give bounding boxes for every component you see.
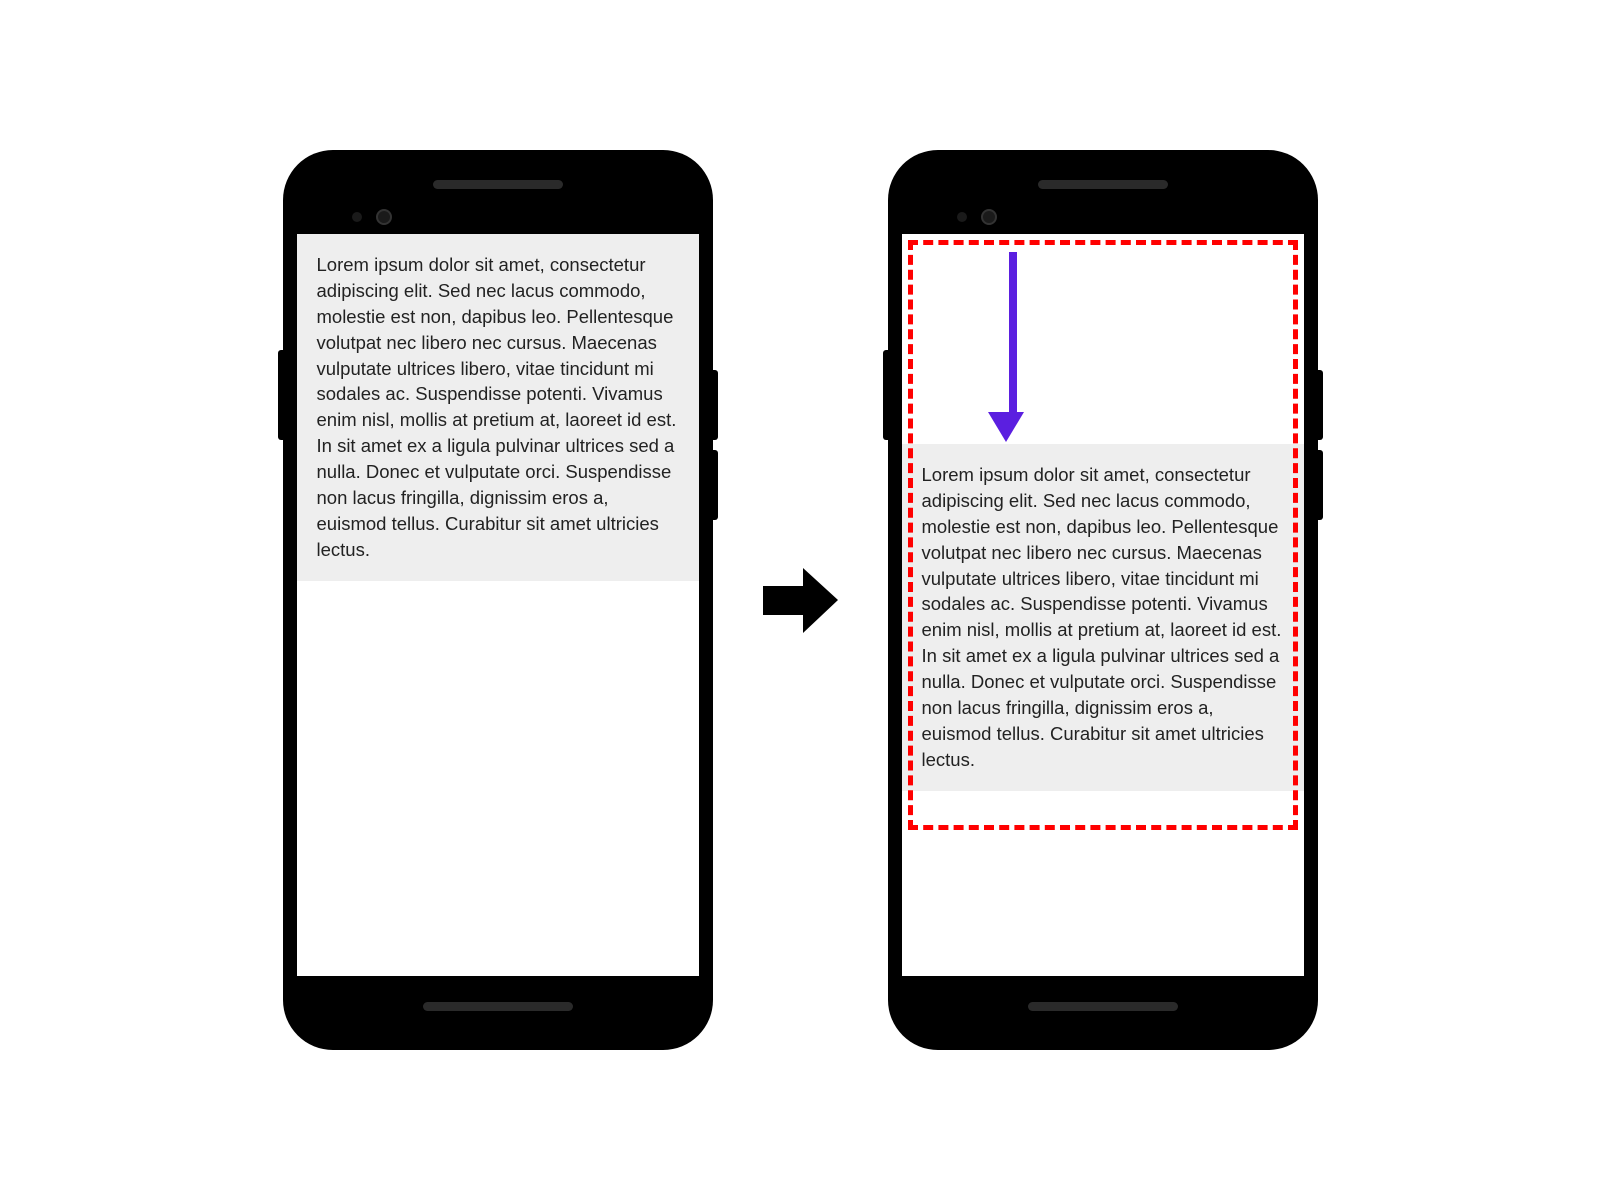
bottom-speaker — [1028, 1002, 1178, 1011]
phone-bottom-bezel — [902, 976, 1304, 1036]
volume-down-button — [713, 450, 718, 520]
phone-frame-right: Lorem ipsum dolor sit amet, consectetur … — [888, 150, 1318, 1050]
transition-arrow-icon — [763, 568, 838, 633]
scroll-down-arrow-icon — [1002, 252, 1024, 442]
sensor-group — [957, 209, 997, 225]
phone-top-bezel — [902, 164, 1304, 234]
phone-before: Lorem ipsum dolor sit amet, consectetur … — [283, 150, 713, 1050]
phone-frame-left: Lorem ipsum dolor sit amet, consectetur … — [283, 150, 713, 1050]
content-text-block-before: Lorem ipsum dolor sit amet, consectetur … — [297, 234, 699, 581]
screen-left: Lorem ipsum dolor sit amet, consectetur … — [297, 234, 699, 976]
sensor-group — [352, 209, 392, 225]
phone-top-bezel — [297, 164, 699, 234]
power-button — [883, 350, 888, 440]
bottom-speaker — [423, 1002, 573, 1011]
phone-inner-left: Lorem ipsum dolor sit amet, consectetur … — [297, 164, 699, 1036]
power-button — [278, 350, 283, 440]
phone-bottom-bezel — [297, 976, 699, 1036]
earpiece-speaker — [1038, 180, 1168, 189]
volume-up-button — [713, 370, 718, 440]
front-camera-icon — [376, 209, 392, 225]
content-text-block-after: Lorem ipsum dolor sit amet, consectetur … — [902, 444, 1304, 791]
screen-right: Lorem ipsum dolor sit amet, consectetur … — [902, 234, 1304, 976]
volume-up-button — [1318, 370, 1323, 440]
proximity-sensor-icon — [352, 212, 362, 222]
earpiece-speaker — [433, 180, 563, 189]
phone-after: Lorem ipsum dolor sit amet, consectetur … — [888, 150, 1318, 1050]
front-camera-icon — [981, 209, 997, 225]
phone-inner-right: Lorem ipsum dolor sit amet, consectetur … — [902, 164, 1304, 1036]
volume-down-button — [1318, 450, 1323, 520]
proximity-sensor-icon — [957, 212, 967, 222]
diagram-container: Lorem ipsum dolor sit amet, consectetur … — [0, 0, 1600, 1200]
